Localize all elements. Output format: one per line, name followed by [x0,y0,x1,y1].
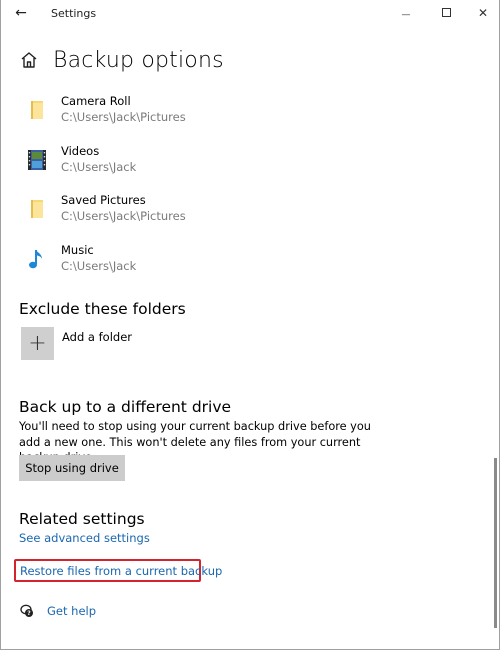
back-arrow-icon: ← [15,5,27,21]
maximize-icon [441,7,451,17]
settings-window: ← Settings — ✕ Backup options Camera Rol… [0,0,500,650]
help-chat-icon: ? [20,604,33,617]
folder-path: C:\Users\Jack [61,258,137,273]
videos-icon [28,149,46,170]
svg-text:?: ? [27,610,31,617]
folder-item-videos[interactable]: Videos C:\Users\Jack [19,144,319,194]
folder-name: Camera Roll [61,94,131,108]
maximize-button[interactable] [426,0,466,28]
folder-path: C:\Users\Jack\Pictures [61,110,186,124]
close-button[interactable]: ✕ [463,0,500,28]
close-icon: ✕ [477,6,489,20]
see-advanced-settings-link[interactable]: See advanced settings [19,531,150,545]
minimize-icon: — [401,10,411,20]
title-bar: ← Settings — ✕ [1,0,499,28]
window-title: Settings [51,7,97,20]
related-settings-heading: Related settings [19,510,145,528]
back-button[interactable]: ← [11,3,31,23]
get-help-row[interactable]: ? Get help [20,604,96,618]
music-icon [29,249,42,268]
stop-using-drive-button[interactable]: Stop using drive [19,455,125,481]
folder-name: Videos [61,143,100,158]
home-icon[interactable] [19,50,39,70]
folder-item-saved-pictures[interactable]: Saved Pictures C:\Users\Jack\Pictures [19,193,319,243]
exclude-heading: Exclude these folders [19,300,186,318]
plus-icon: + [21,327,54,360]
folder-path: C:\Users\Jack\Pictures [61,209,186,223]
get-help-link[interactable]: Get help [47,604,96,618]
add-folder-label: Add a folder [62,330,133,344]
page-header: Backup options [19,42,224,78]
folder-name: Music [61,242,94,257]
add-folder-button[interactable]: + Add a folder [21,327,132,360]
minimize-button[interactable]: — [386,0,426,28]
folder-item-camera-roll[interactable]: Camera Roll C:\Users\Jack\Pictures [19,94,319,144]
page-title: Backup options [53,47,224,73]
folder-icon [31,101,43,119]
folder-path: C:\Users\Jack [61,159,137,174]
folder-name: Saved Pictures [61,193,146,207]
restore-files-link[interactable]: Restore files from a current backup [20,564,222,578]
scrollbar-thumb[interactable] [494,458,497,628]
folder-icon [31,200,43,218]
folder-item-music[interactable]: Music C:\Users\Jack [19,243,319,293]
backup-folder-list: Camera Roll C:\Users\Jack\Pictures Video… [19,94,319,292]
different-drive-heading: Back up to a different drive [19,398,232,416]
